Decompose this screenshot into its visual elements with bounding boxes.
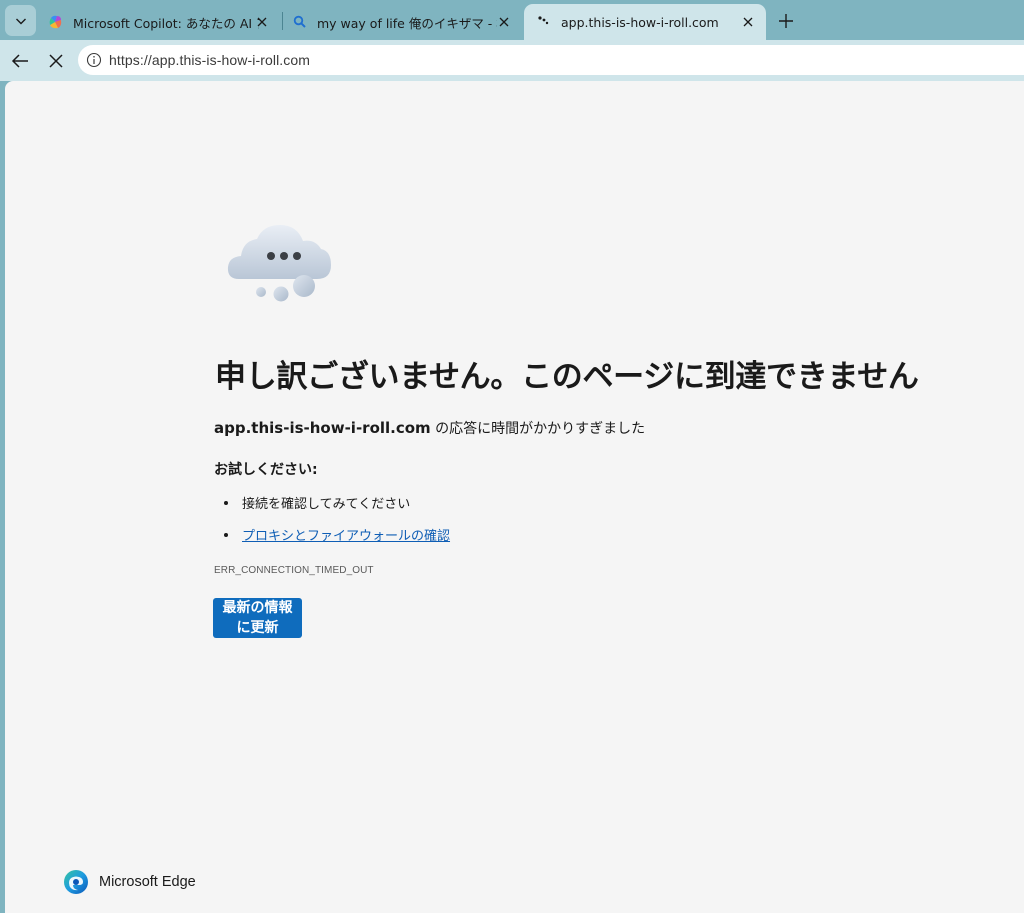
error-message-text: の応答に時間がかかりすぎました	[430, 421, 646, 437]
toolbar: https://app.this-is-how-i-roll.com	[0, 40, 1024, 81]
close-icon[interactable]	[740, 14, 756, 30]
bullet	[224, 500, 228, 505]
bullet	[224, 532, 228, 537]
tab-search[interactable]: my way of life 俺のイキザマ - 検索	[284, 4, 522, 40]
error-domain: app.this-is-how-i-roll.com	[214, 419, 431, 437]
suggestion-item: 接続を確認してみてください	[224, 493, 410, 512]
suggestion-text: 接続を確認してみてください	[242, 497, 411, 512]
tab-active-page[interactable]: app.this-is-how-i-roll.com	[524, 4, 766, 40]
error-heading: 申し訳ございません。このページに到達できません	[215, 359, 919, 394]
tab-actions-menu-button[interactable]	[5, 5, 36, 36]
tab-title: Microsoft Copilot: あなたの AI アシスタント	[73, 15, 259, 31]
search-icon	[292, 14, 308, 30]
try-label: お試しください:	[214, 462, 318, 478]
address-bar[interactable]: https://app.this-is-how-i-roll.com	[78, 45, 1024, 75]
url-text[interactable]: https://app.this-is-how-i-roll.com	[109, 52, 310, 68]
tab-title: my way of life 俺のイキザマ - 検索	[317, 15, 497, 31]
back-button[interactable]	[7, 48, 33, 74]
plus-icon	[779, 14, 793, 28]
new-tab-button[interactable]	[773, 8, 799, 34]
proxy-firewall-link[interactable]: プロキシとファイアウォールの確認	[242, 529, 450, 544]
refresh-button-label-line2: に更新	[236, 620, 279, 636]
refresh-button[interactable]: 最新の情報 に更新	[213, 598, 302, 638]
close-icon[interactable]	[496, 14, 512, 30]
error-message: app.this-is-how-i-roll.com の応答に時間がかかりすぎま…	[214, 418, 645, 438]
suggestion-item: プロキシとファイアウォールの確認	[224, 525, 450, 544]
tab-title: app.this-is-how-i-roll.com	[561, 14, 719, 30]
cloud-icon	[225, 221, 335, 305]
stop-loading-button[interactable]	[43, 48, 69, 74]
copilot-icon	[48, 14, 64, 30]
chevron-down-icon	[15, 18, 26, 24]
back-arrow-icon	[11, 54, 28, 68]
edge-logo-icon	[63, 869, 89, 895]
close-icon[interactable]	[254, 14, 270, 30]
edge-brand-label: Microsoft Edge	[99, 874, 196, 890]
error-code: ERR_CONNECTION_TIMED_OUT	[214, 565, 374, 576]
close-icon	[49, 54, 63, 68]
refresh-button-label-line1: 最新の情報	[222, 600, 293, 616]
info-icon[interactable]	[86, 52, 102, 68]
loading-icon	[536, 14, 552, 30]
error-page: 申し訳ございません。このページに到達できません app.this-is-how-…	[5, 81, 1024, 913]
tab-strip: Microsoft Copilot: あなたの AI アシスタント my way…	[0, 0, 1024, 40]
tab-separator	[282, 12, 283, 30]
tab-copilot[interactable]: Microsoft Copilot: あなたの AI アシスタント	[40, 4, 280, 40]
